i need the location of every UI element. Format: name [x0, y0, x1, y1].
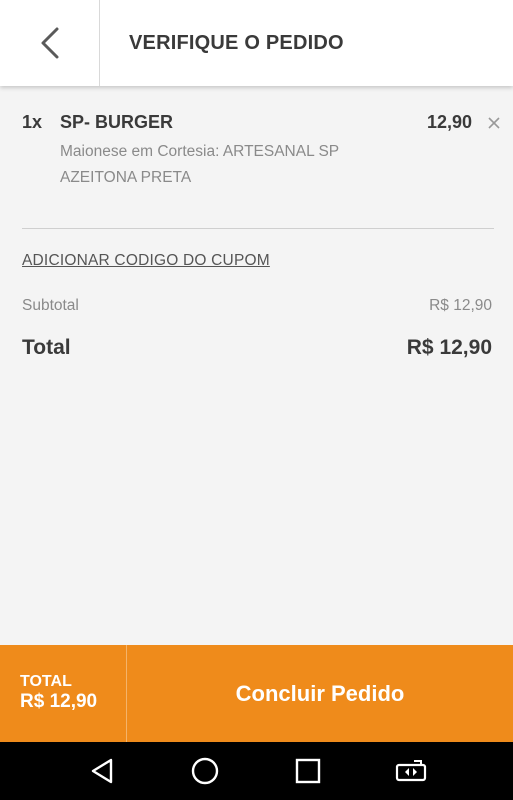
recents-square-icon — [295, 758, 321, 784]
item-price: 12,90 — [426, 112, 472, 132]
total-row: Total R$ 12,90 — [22, 336, 492, 360]
bar-total-value: R$ 12,90 — [20, 691, 98, 712]
screen-rotate-icon — [396, 760, 427, 782]
total-value: R$ 12,90 — [406, 336, 492, 359]
remove-item-button[interactable] — [486, 115, 502, 131]
order-item-row: 1x SP- BURGER 12,90 — [22, 112, 502, 133]
divider — [22, 228, 494, 229]
item-description: Maionese em Cortesia: ARTESANAL SP AZEIT… — [60, 143, 339, 186]
total-label: Total — [22, 336, 71, 359]
system-nav-bar — [0, 742, 513, 800]
nav-back-button[interactable] — [74, 743, 130, 799]
bar-total-label: TOTAL — [20, 673, 72, 690]
checkout-bar: TOTAL R$ 12,90 Concluir Pedido — [0, 645, 513, 742]
add-coupon-link[interactable]: ADICIONAR CODIGO DO CUPOM — [22, 252, 270, 270]
nav-home-button[interactable] — [177, 743, 233, 799]
bar-total: TOTAL R$ 12,90 — [0, 645, 127, 742]
subtotal-row: Subtotal R$ 12,90 — [22, 297, 492, 315]
nav-recents-button[interactable] — [280, 743, 336, 799]
nav-rotate-button[interactable] — [383, 743, 439, 799]
chevron-left-icon — [41, 27, 58, 59]
subtotal-value: R$ 12,90 — [429, 297, 492, 314]
home-circle-icon — [191, 757, 219, 785]
back-button[interactable] — [0, 0, 100, 86]
back-triangle-icon — [91, 758, 112, 784]
item-quantity: 1x — [22, 112, 43, 132]
app-header: VERIFIQUE O PEDIDO — [0, 0, 513, 86]
close-icon — [488, 116, 500, 129]
conclude-order-button[interactable]: Concluir Pedido — [127, 645, 513, 742]
page-title: VERIFIQUE O PEDIDO — [129, 31, 344, 54]
item-name: SP- BURGER — [60, 112, 174, 132]
subtotal-label: Subtotal — [22, 297, 79, 314]
order-item: 1x SP- BURGER 12,90 Maionese em Cortesia… — [22, 112, 502, 191]
